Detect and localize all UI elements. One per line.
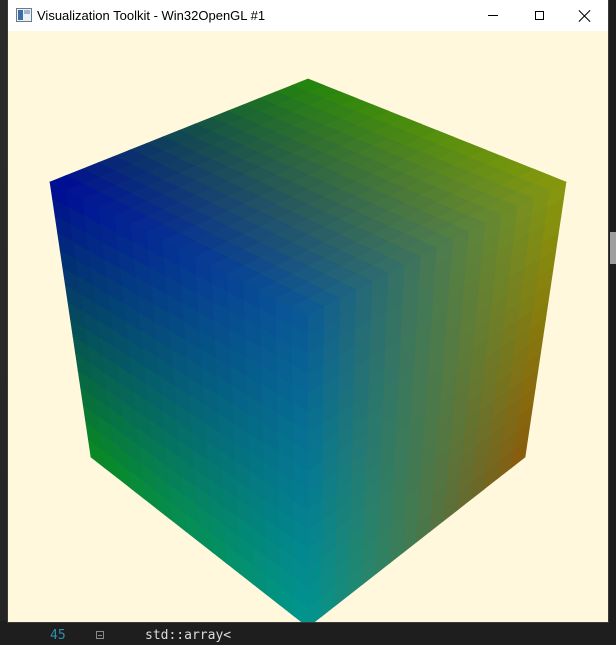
close-icon xyxy=(579,10,591,22)
close-button[interactable] xyxy=(562,0,608,31)
vtk-window-icon[interactable] xyxy=(16,8,32,22)
vtk-render-window: Visualization Toolkit - Win32OpenGL #1 xyxy=(8,0,608,622)
code-text: std::array< xyxy=(145,628,232,643)
editor-left-strip xyxy=(0,0,8,639)
fold-icon[interactable] xyxy=(96,631,104,639)
title-bar[interactable]: Visualization Toolkit - Win32OpenGL #1 xyxy=(8,0,608,31)
line-number: 45 xyxy=(50,628,66,643)
minimize-button[interactable] xyxy=(470,0,516,31)
minimize-icon xyxy=(488,15,498,16)
window-title: Visualization Toolkit - Win32OpenGL #1 xyxy=(37,8,266,23)
render-viewport[interactable] xyxy=(8,31,608,622)
editor-code-line: 45 std::array< xyxy=(0,621,616,643)
editor-scrollbar[interactable] xyxy=(610,232,616,264)
render-canvas[interactable] xyxy=(8,31,608,622)
maximize-icon xyxy=(534,11,544,20)
maximize-button[interactable] xyxy=(516,0,562,31)
